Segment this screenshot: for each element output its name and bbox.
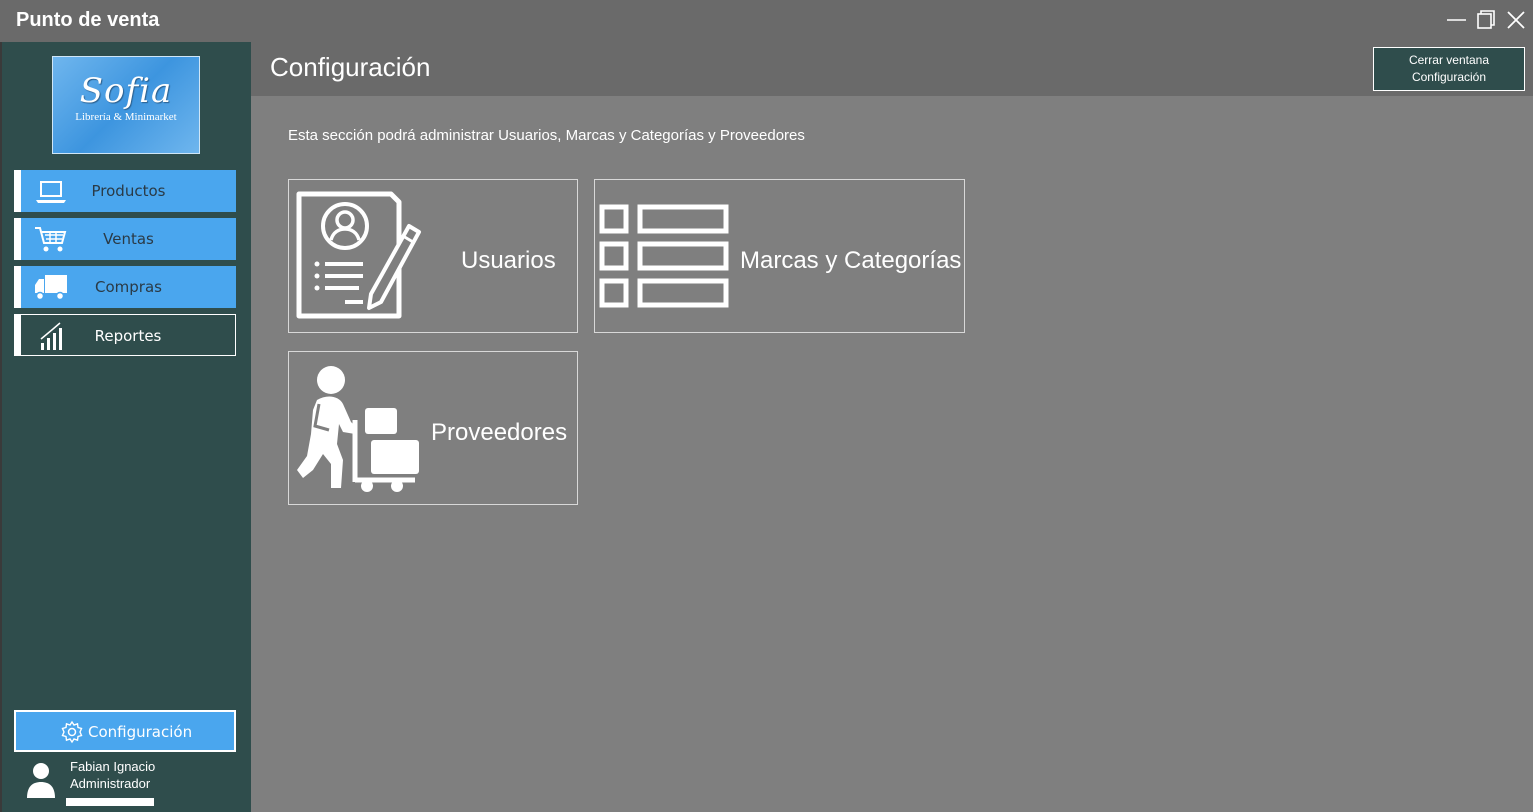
list-icon [599,204,729,308]
sidebar-item-productos[interactable]: Productos [14,170,236,212]
close-config-label-2: Configuración [1411,70,1487,84]
close-icon[interactable] [1504,8,1528,32]
maximize-icon[interactable] [1474,8,1498,32]
user-info: Fabian Ignacio Administrador [70,758,155,792]
delivery-person-icon [297,366,419,492]
close-config-button[interactable]: Cerrar ventana Configuración [1373,47,1525,91]
logo-text: Sofia [79,71,173,111]
sidebar-item-label: Reportes [94,327,162,345]
marcas-categorias-tile[interactable]: Marcas y Categorías [594,179,965,333]
redacted-text [66,798,154,806]
user-name: Fabian Ignacio [70,759,156,774]
sidebar-item-reportes[interactable]: Reportes [14,314,236,356]
marcas-categorias-label: Marcas y Categorías [740,247,962,274]
logo: Sofia Librería & Minimarket [52,56,200,154]
content-header: Configuración Cerrar ventana Configuraci… [251,42,1533,96]
app-title: Punto de venta [16,9,160,31]
usuarios-label: Usuarios [461,247,556,274]
gear-icon [61,720,83,744]
section-description: Esta sección podrá administrar Usuarios,… [288,127,805,144]
proveedores-label: Proveedores [431,419,568,446]
sidebar-item-label: Productos [91,182,166,200]
sidebar-item-label: Ventas [103,230,154,248]
minimize-icon[interactable] [1445,8,1469,32]
sidebar-item-label: Compras [95,278,162,296]
configuracion-button[interactable]: Configuración [14,710,236,752]
configuracion-label: Configuración [88,723,193,741]
user-icon [27,763,55,798]
proveedores-tile[interactable]: Proveedores [288,351,578,505]
usuarios-tile[interactable]: Usuarios [288,179,578,333]
close-config-label-1: Cerrar ventana [1408,53,1490,67]
title-bar: Punto de venta [0,0,1533,42]
sidebar-item-ventas[interactable]: Ventas [14,218,236,260]
user-document-icon [296,191,421,319]
sidebar-item-compras[interactable]: Compras [14,266,236,308]
user-role: Administrador [70,776,151,791]
logo-subtitle: Librería & Minimarket [75,111,177,123]
sidebar: Sofia Librería & Minimarket Productos Ve… [0,42,251,812]
page-title: Configuración [270,52,431,82]
